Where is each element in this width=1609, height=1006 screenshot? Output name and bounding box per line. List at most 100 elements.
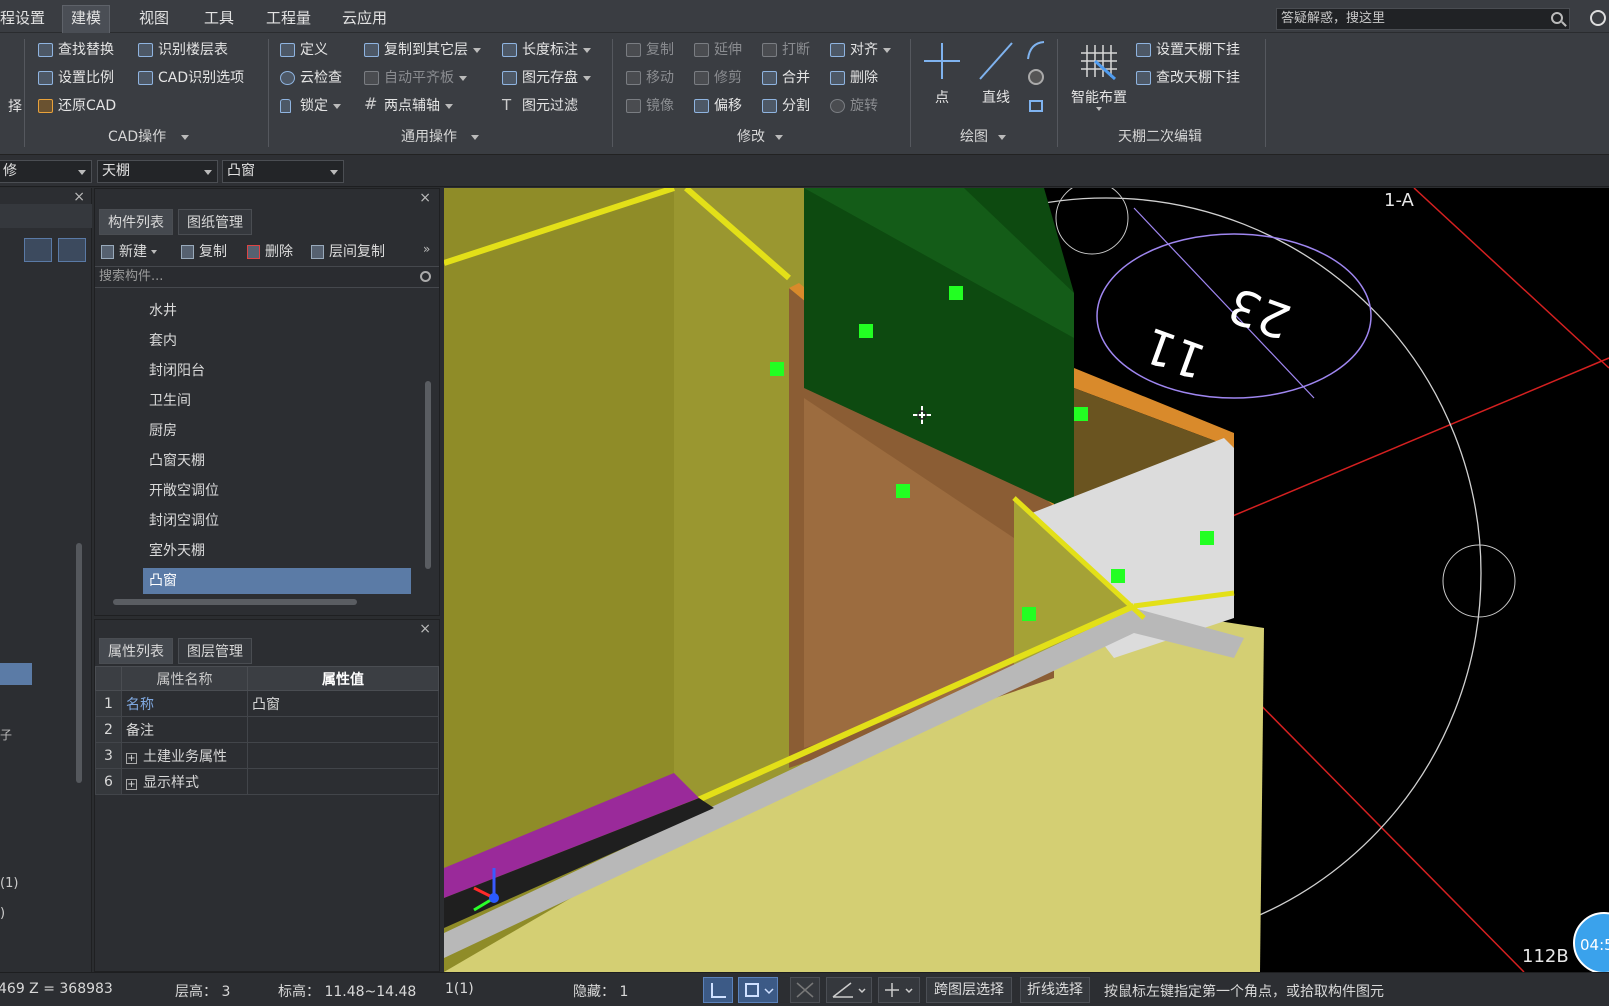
search-icon[interactable] bbox=[1551, 12, 1563, 24]
grip-handle[interactable] bbox=[1074, 407, 1088, 421]
set-ceiling-drop-button[interactable]: 设置天棚下挂 bbox=[1134, 38, 1240, 62]
tab-drawing-management[interactable]: 图纸管理 bbox=[178, 209, 252, 235]
copy-to-floors-button[interactable]: 复制到其它层 bbox=[362, 38, 481, 62]
restore-cad-button[interactable]: 还原CAD bbox=[36, 94, 116, 118]
tree-item[interactable]: 凸窗天棚 bbox=[143, 448, 411, 474]
modify-group-label[interactable]: 修改 bbox=[737, 126, 783, 148]
menu-view[interactable]: 视图 bbox=[131, 6, 177, 30]
element-filter-button[interactable]: T 图元过滤 bbox=[500, 94, 578, 118]
menu-modeling[interactable]: 建模 bbox=[62, 5, 111, 33]
rotate-button[interactable]: 旋转 bbox=[828, 94, 878, 118]
search-icon[interactable] bbox=[420, 271, 431, 282]
ribbon-partial-select[interactable]: 择 bbox=[0, 95, 22, 119]
card-view-icon[interactable] bbox=[58, 238, 86, 262]
tab-layer-management[interactable]: 图层管理 bbox=[178, 638, 252, 664]
line-button[interactable]: 直线 bbox=[974, 39, 1018, 107]
arc-icon[interactable] bbox=[1024, 39, 1048, 61]
merge-button[interactable]: 合并 bbox=[760, 66, 810, 90]
list-view-icon[interactable] bbox=[24, 238, 52, 262]
close-icon[interactable]: × bbox=[73, 189, 85, 205]
edit-ceiling-drop-button[interactable]: 查改天棚下挂 bbox=[1134, 66, 1240, 90]
grip-handle[interactable] bbox=[896, 484, 910, 498]
break-button[interactable]: 打断 bbox=[760, 38, 810, 62]
general-group-label[interactable]: 通用操作 bbox=[401, 126, 479, 148]
grip-handle[interactable] bbox=[1111, 569, 1125, 583]
delete-component-button[interactable]: 删除 bbox=[245, 241, 293, 263]
table-row[interactable]: 6 + 显示样式 bbox=[95, 768, 439, 795]
close-icon[interactable]: × bbox=[419, 190, 431, 206]
grip-handle[interactable] bbox=[859, 324, 873, 338]
tab-property-list[interactable]: 属性列表 bbox=[99, 638, 173, 664]
tree-item[interactable]: 厨房 bbox=[143, 418, 411, 444]
component-search-input[interactable]: 搜索构件... bbox=[95, 266, 439, 288]
user-icon[interactable] bbox=[1590, 10, 1606, 26]
cross-floor-select-button[interactable]: 跨图层选择 bbox=[926, 977, 1012, 1003]
tree-item[interactable]: 套内 bbox=[143, 328, 411, 354]
grid-snap-toggle[interactable] bbox=[790, 977, 820, 1003]
auto-flush-slab-button[interactable]: 自动平齐板 bbox=[362, 66, 467, 90]
find-replace-button[interactable]: 查找替换 bbox=[36, 38, 114, 62]
copy-button[interactable]: 复制 bbox=[624, 38, 674, 62]
rectangle-icon[interactable] bbox=[1026, 95, 1046, 115]
property-name-group[interactable]: + 显示样式 bbox=[121, 768, 248, 795]
align-button[interactable]: 对齐 bbox=[828, 38, 891, 62]
ortho-toggle[interactable] bbox=[703, 977, 733, 1003]
cloud-check-button[interactable]: 云检查 bbox=[278, 66, 342, 90]
property-name-group[interactable]: + 土建业务属性 bbox=[121, 742, 248, 769]
expand-icon[interactable]: + bbox=[126, 752, 137, 764]
set-scale-button[interactable]: 设置比例 bbox=[36, 66, 114, 90]
new-component-button[interactable]: 新建 bbox=[99, 241, 157, 263]
cad-options-button[interactable]: CAD识别选项 bbox=[136, 66, 244, 90]
delete-button[interactable]: 删除 bbox=[828, 66, 878, 90]
component-select[interactable]: 凸窗 bbox=[222, 160, 344, 183]
snap-toggle[interactable] bbox=[738, 977, 778, 1003]
polyline-select-button[interactable]: 折线选择 bbox=[1020, 977, 1090, 1003]
model-3d-canvas[interactable]: 23 11 1-A 112B 04:5 bbox=[444, 188, 1609, 972]
property-value-input[interactable] bbox=[247, 768, 439, 795]
tree-item[interactable]: 卫生间 bbox=[143, 388, 411, 414]
floor-select[interactable]: 修 bbox=[0, 160, 92, 183]
table-row[interactable]: 1 名称 凸窗 bbox=[95, 690, 439, 717]
tab-component-list[interactable]: 构件列表 bbox=[99, 209, 173, 235]
grip-handle[interactable] bbox=[949, 286, 963, 300]
nav-selected-item[interactable] bbox=[0, 663, 32, 685]
menu-quantities[interactable]: 工程量 bbox=[258, 6, 319, 30]
draw-group-label[interactable]: 绘图 bbox=[960, 126, 1006, 148]
tree-item[interactable]: 封闭阳台 bbox=[143, 358, 411, 384]
grip-handle[interactable] bbox=[770, 362, 784, 376]
trim-button[interactable]: 修剪 bbox=[692, 66, 742, 90]
move-button[interactable]: 移动 bbox=[624, 66, 674, 90]
property-value-input[interactable] bbox=[247, 716, 439, 743]
two-point-axis-button[interactable]: # 两点辅轴 bbox=[362, 94, 453, 118]
copy-component-button[interactable]: 复制 bbox=[179, 241, 227, 263]
mirror-button[interactable]: 镜像 bbox=[624, 94, 674, 118]
smart-layout-button[interactable]: 智能布置 bbox=[1064, 39, 1134, 111]
circle-icon[interactable] bbox=[1026, 67, 1046, 87]
category-select[interactable]: 天棚 bbox=[97, 160, 218, 183]
grip-handle[interactable] bbox=[1200, 531, 1214, 545]
menu-cloud[interactable]: 云应用 bbox=[334, 6, 395, 30]
length-dimension-button[interactable]: 长度标注 bbox=[500, 38, 591, 62]
tree-horizontal-scrollbar[interactable] bbox=[113, 599, 357, 605]
define-button[interactable]: 定义 bbox=[278, 38, 328, 62]
property-value-input[interactable]: 凸窗 bbox=[247, 690, 439, 717]
tree-item[interactable]: 室外天棚 bbox=[143, 538, 411, 564]
angle-toggle[interactable] bbox=[826, 977, 872, 1003]
tree-item-selected[interactable]: 凸窗 bbox=[143, 568, 411, 594]
property-value-input[interactable] bbox=[247, 742, 439, 769]
expand-icon[interactable]: + bbox=[126, 778, 137, 790]
grip-handle[interactable] bbox=[1022, 607, 1036, 621]
more-icon[interactable]: » bbox=[423, 242, 430, 256]
copy-between-floors-button[interactable]: 层间复制 bbox=[309, 241, 385, 263]
menu-project-settings[interactable]: 程设置 bbox=[0, 6, 53, 30]
offset-button[interactable]: 偏移 bbox=[692, 94, 742, 118]
wall-mid[interactable] bbox=[674, 188, 804, 838]
nav-scrollbar[interactable] bbox=[76, 543, 82, 783]
element-save-button[interactable]: 图元存盘 bbox=[500, 66, 591, 90]
tree-item[interactable]: 水井 bbox=[143, 298, 411, 324]
cad-group-label[interactable]: CAD操作 bbox=[108, 126, 189, 148]
close-icon[interactable]: × bbox=[419, 621, 431, 637]
point-button[interactable]: 点 bbox=[920, 39, 964, 107]
dimension-toggle[interactable] bbox=[878, 977, 920, 1003]
drawing-viewport[interactable]: 23 11 1-A 112B 04:5 bbox=[444, 188, 1609, 972]
